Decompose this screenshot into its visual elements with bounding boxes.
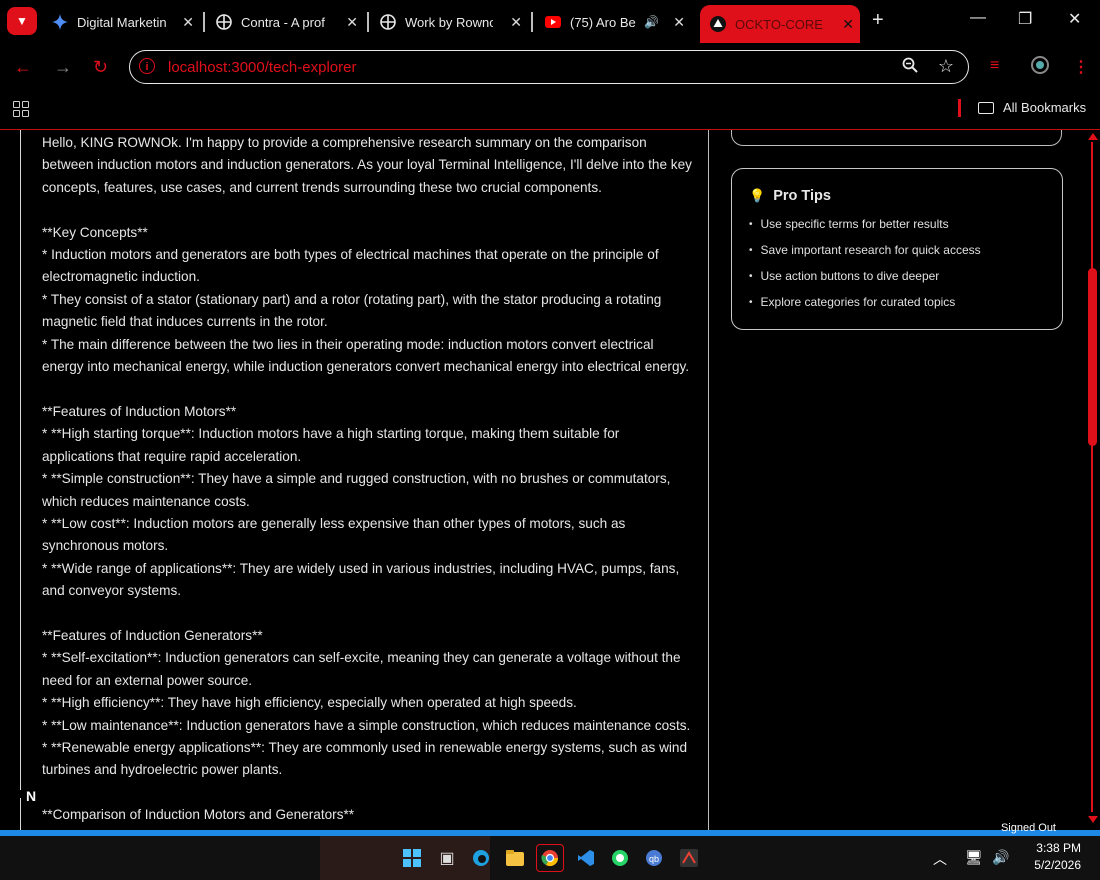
pro-tips-card: 💡 Pro Tips Use specific terms for better… [731, 168, 1063, 330]
panel-divider [708, 130, 709, 830]
ockto-icon [710, 16, 726, 32]
window-close-icon[interactable]: ✕ [1068, 9, 1081, 29]
tab-divider [203, 12, 205, 32]
list-item: Use specific terms for better results [749, 217, 981, 243]
tab-title: OCKTO-CORE [735, 16, 823, 32]
taskbar-clock[interactable]: 3:38 PM 5/2/2026 [1024, 840, 1081, 874]
zoom-icon[interactable] [902, 57, 918, 78]
tab-work-by-rownok[interactable]: Work by Rowno ✕ [380, 6, 528, 38]
close-icon[interactable]: ✕ [673, 14, 685, 31]
browser-toolbar: ← → ↻ i localhost:3000/tech-explorer ☆ ≡… [0, 43, 1100, 93]
close-icon[interactable]: ✕ [346, 14, 358, 31]
scroll-up-arrow-icon[interactable] [1088, 133, 1098, 140]
research-response-text: Hello, KING ROWNOk. I'm happy to provide… [42, 135, 692, 823]
folder-icon [978, 101, 994, 114]
speaker-icon[interactable]: 🔊 [644, 15, 659, 29]
clock-date: 5/2/2026 [1034, 858, 1081, 872]
profile-avatar-icon[interactable] [1030, 55, 1050, 80]
restore-icon[interactable]: ❐ [1018, 9, 1032, 29]
page-content: N Hello, KING ROWNOk. I'm happy to provi… [0, 130, 1100, 830]
list-item: Explore categories for curated topics [749, 295, 981, 321]
tray-expand-icon[interactable]: ︿ [933, 849, 947, 869]
minimize-icon[interactable]: — [970, 9, 986, 27]
back-icon[interactable]: ← [14, 57, 32, 78]
windows-start-icon[interactable] [398, 844, 426, 872]
svg-text:qb: qb [649, 854, 659, 864]
list-item: Use action buttons to dive deeper [749, 269, 981, 295]
qbittorrent-icon[interactable]: qb [640, 844, 668, 872]
edge-icon[interactable] [467, 844, 495, 872]
tab-contra[interactable]: Contra - A prof ✕ [216, 6, 364, 38]
chrome-icon[interactable] [536, 844, 564, 872]
tab-divider [367, 12, 369, 32]
volume-icon[interactable]: 🔊 [992, 849, 1009, 866]
reading-list-icon[interactable]: ≡ [990, 57, 999, 75]
contra-icon [380, 14, 396, 30]
close-icon[interactable]: ✕ [182, 14, 194, 31]
tab-search-button[interactable]: ▼ [7, 7, 37, 35]
clock-time: 3:38 PM [1036, 841, 1081, 855]
task-view-icon[interactable]: ▣ [433, 844, 461, 872]
all-bookmarks-button[interactable]: All Bookmarks [978, 100, 1086, 115]
windows-taskbar: ▣ qb ︿ 🖥 🔊 3:38 PM 5/2/2026 [0, 836, 1100, 880]
sidebar-card [731, 130, 1062, 146]
forward-icon[interactable]: → [54, 57, 72, 78]
list-item: Save important research for quick access [749, 243, 981, 269]
contra-icon [216, 14, 232, 30]
tab-digital-marketing[interactable]: Digital Marketin ✕ [52, 6, 200, 38]
sidebar-border [20, 798, 21, 830]
all-bookmarks-label: All Bookmarks [1003, 100, 1087, 115]
sidebar-border [20, 130, 21, 790]
pro-tips-header: 💡 Pro Tips [749, 188, 831, 204]
url-text[interactable]: localhost:3000/tech-explorer [168, 59, 356, 76]
scroll-down-arrow-icon[interactable] [1088, 816, 1098, 823]
whatsapp-icon[interactable] [606, 844, 634, 872]
bookmark-star-icon[interactable]: ☆ [938, 56, 954, 77]
lightbulb-icon: 💡 [749, 188, 766, 203]
close-icon[interactable]: ✕ [842, 16, 854, 33]
file-explorer-icon[interactable] [501, 844, 529, 872]
paint-app-icon[interactable] [675, 844, 703, 872]
tab-ockto-core[interactable]: OCKTO-CORE ✕ [700, 5, 860, 43]
pro-tips-title: Pro Tips [773, 188, 831, 204]
account-status[interactable]: Signed Out [1001, 822, 1056, 834]
tab-title: Digital Marketin [77, 14, 167, 30]
site-info-icon[interactable]: i [139, 58, 155, 74]
page-scrollbar[interactable] [1086, 130, 1100, 830]
bookmarks-bar: All Bookmarks [0, 93, 1100, 130]
address-bar[interactable]: i localhost:3000/tech-explorer ☆ [129, 50, 969, 84]
new-tab-icon[interactable]: + [872, 9, 884, 32]
menu-kebab-icon[interactable]: ⋮ [1073, 57, 1089, 77]
youtube-icon [545, 14, 561, 30]
tab-strip: ▼ Digital Marketin ✕ Contra - A prof ✕ W… [0, 0, 1100, 43]
tab-title: Contra - A prof [241, 14, 325, 30]
scrollbar-track[interactable] [1091, 142, 1093, 812]
close-icon[interactable]: ✕ [510, 14, 522, 31]
scrollbar-thumb[interactable] [1088, 268, 1097, 446]
tab-title: Work by Rowno [405, 14, 493, 30]
bookmarks-divider [958, 99, 961, 117]
pro-tips-list: Use specific terms for better results Sa… [749, 217, 981, 321]
vscode-icon[interactable] [572, 844, 600, 872]
chevron-down-icon: ▼ [16, 14, 28, 28]
gemini-icon [52, 14, 68, 30]
tab-youtube[interactable]: (75) Aro Be 🔊 ✕ [545, 6, 691, 38]
tab-title: (75) Aro Be [570, 14, 636, 30]
network-icon[interactable]: 🖥 [965, 849, 983, 866]
reload-icon[interactable]: ↻ [93, 57, 108, 78]
apps-grid-icon[interactable] [13, 101, 29, 117]
tab-divider [531, 12, 533, 32]
next-logo-icon[interactable]: N [26, 788, 36, 804]
